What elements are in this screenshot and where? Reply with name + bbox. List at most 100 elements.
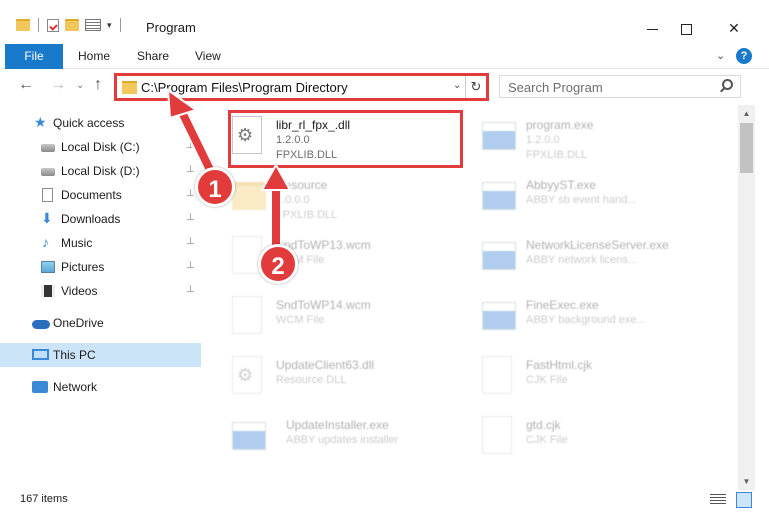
file-item-updateinstaller[interactable]: UpdateInstaller.exe ABBY updates install… — [210, 410, 450, 466]
tab-view[interactable]: View — [195, 44, 221, 69]
back-button[interactable]: ← — [18, 76, 34, 94]
close-button[interactable]: ✕ — [711, 14, 757, 42]
file-item-updateclient63[interactable]: UpdateClient63.dll Resource DLL — [210, 350, 450, 406]
sidebar-item-label: Pictures — [61, 260, 105, 274]
recent-locations-dropdown[interactable]: ⌄ — [76, 80, 84, 91]
sidebar-item-local-disk-d[interactable]: Local Disk (D:) ⊥ — [0, 159, 201, 183]
file-name: FastHtml.cjk — [526, 358, 592, 372]
file-item-abbyyst[interactable]: AbbyyST.exe ABBY sb event hand... — [460, 170, 700, 226]
network-icon — [32, 381, 48, 393]
file-item-resource[interactable]: Resource 1.0.0.0 FPXLIB.DLL — [210, 170, 450, 226]
file-type: WCM File — [276, 314, 325, 326]
sidebar-item-label: Downloads — [61, 212, 121, 226]
sidebar-item-videos[interactable]: Videos ⊥ — [0, 279, 201, 303]
file-name: AbbyyST.exe — [526, 178, 597, 192]
file-item-gtd[interactable]: gtd.cjk CJK File — [460, 410, 700, 466]
scroll-thumb[interactable] — [740, 123, 753, 173]
address-path[interactable]: C:\Program Files\Program Directory — [141, 80, 348, 95]
video-icon — [41, 285, 55, 297]
up-button[interactable]: ↑ — [94, 76, 102, 94]
expand-ribbon-chevron-icon[interactable]: ⌄ — [716, 49, 725, 62]
maximize-button[interactable] — [663, 14, 709, 42]
sidebar-item-network[interactable]: Network — [0, 375, 201, 399]
tab-file[interactable]: File — [5, 44, 63, 69]
sidebar-item-pictures[interactable]: Pictures ⊥ — [0, 255, 201, 279]
sidebar-item-music[interactable]: ♪ Music ⊥ — [0, 231, 201, 255]
toolbar-divider — [119, 18, 121, 32]
sidebar-item-downloads[interactable]: ⬇ Downloads ⊥ — [0, 207, 201, 231]
properties-icon[interactable] — [47, 18, 59, 32]
help-icon[interactable]: ? — [736, 48, 752, 64]
file-item-sndtowp13[interactable]: SndToWP13.wcm WCM File — [210, 230, 450, 286]
forward-button[interactable]: → — [50, 76, 66, 94]
blank-file-icon — [482, 356, 512, 394]
sidebar-item-label: This PC — [53, 348, 96, 362]
sidebar-item-quick-access[interactable]: ★ Quick access — [0, 111, 201, 135]
tab-home[interactable]: Home — [78, 44, 110, 69]
item-count: 167 items — [20, 493, 68, 505]
exe-file-icon — [482, 122, 516, 150]
file-version: 1.2.0.0 — [526, 134, 560, 146]
large-icons-view-icon[interactable] — [736, 492, 752, 508]
pin-icon[interactable]: ⊥ — [186, 212, 195, 223]
sidebar-item-label: Music — [61, 236, 93, 250]
file-type: ABBY updates installer — [286, 434, 399, 446]
sidebar-item-documents[interactable]: Documents ⊥ — [0, 183, 201, 207]
exe-file-icon — [482, 182, 516, 210]
folder-icon[interactable] — [16, 19, 30, 31]
pin-icon[interactable]: ⊥ — [186, 260, 195, 271]
scroll-up-arrow-icon[interactable]: ▲ — [738, 105, 755, 122]
exe-file-icon — [482, 302, 516, 330]
refresh-button[interactable]: ↻ — [465, 76, 486, 98]
file-name: Resource — [276, 178, 328, 192]
window-title: Program — [146, 20, 196, 35]
tab-share[interactable]: Share — [137, 44, 169, 69]
ribbon: File Home Share View ⌄ ? — [0, 44, 769, 69]
sidebar-item-local-disk-c[interactable]: Local Disk (C:) ⊥ — [0, 135, 201, 159]
computer-icon — [32, 349, 49, 360]
file-type: ABBY sb event hand... — [526, 194, 637, 206]
dll-file-icon — [232, 356, 262, 394]
pin-icon[interactable]: ⊥ — [186, 236, 195, 247]
pin-icon[interactable]: ⊥ — [186, 188, 195, 199]
sidebar-item-label: Documents — [61, 188, 122, 202]
file-item-fasthtml[interactable]: FastHtml.cjk CJK File — [460, 350, 700, 406]
sidebar-item-label: Network — [53, 380, 98, 394]
sidebar-item-label: Local Disk (D:) — [61, 164, 140, 178]
address-bar[interactable]: C:\Program Files\Program Directory ⌄ ↻ — [114, 73, 489, 101]
search-icon[interactable] — [722, 79, 733, 90]
file-description: FPXLIB.DLL — [276, 209, 338, 221]
blank-file-icon — [482, 416, 512, 454]
file-item-program-exe[interactable]: program.exe 1.2.0.0 FPXLIB.DLL — [460, 110, 700, 166]
star-icon: ★ — [34, 114, 47, 130]
sidebar-item-onedrive[interactable]: OneDrive — [0, 311, 201, 335]
search-input[interactable]: Search Program — [499, 75, 741, 98]
drive-icon — [41, 168, 55, 176]
vertical-scrollbar[interactable]: ▲ ▼ — [738, 105, 755, 490]
file-item-fineexec[interactable]: FineExec.exe ABBY background exe... — [460, 290, 700, 346]
picture-icon — [41, 261, 55, 273]
pin-icon[interactable]: ⊥ — [186, 284, 195, 295]
scroll-down-arrow-icon[interactable]: ▼ — [738, 473, 755, 490]
folder-icon — [232, 182, 266, 210]
sidebar-item-this-pc[interactable]: This PC — [0, 343, 201, 367]
quick-access-toolbar: ▾ — [16, 18, 123, 32]
address-dropdown-icon[interactable]: ⌄ — [453, 80, 461, 91]
file-item-sndtowp14[interactable]: SndToWP14.wcm WCM File — [210, 290, 450, 346]
pin-icon[interactable]: ⊥ — [186, 164, 195, 175]
details-view-icon[interactable] — [710, 494, 726, 506]
file-item-networklicenseserver[interactable]: NetworkLicenseServer.exe ABBY network li… — [460, 230, 700, 286]
file-name: UpdateClient63.dll — [276, 358, 375, 372]
new-folder-icon[interactable] — [65, 19, 79, 31]
cloud-icon — [32, 320, 50, 329]
sidebar-item-label: Local Disk (C:) — [61, 140, 140, 154]
exe-file-icon — [232, 422, 266, 450]
search-placeholder: Search Program — [508, 80, 603, 95]
file-name: FineExec.exe — [526, 298, 599, 312]
file-type: CJK File — [526, 374, 568, 386]
customize-toolbar-dropdown[interactable]: ▾ — [107, 20, 112, 31]
file-name: SndToWP14.wcm — [276, 298, 371, 312]
pin-icon[interactable]: ⊥ — [186, 140, 195, 151]
view-layout-icon[interactable] — [85, 19, 101, 31]
file-name: gtd.cjk — [526, 418, 561, 432]
